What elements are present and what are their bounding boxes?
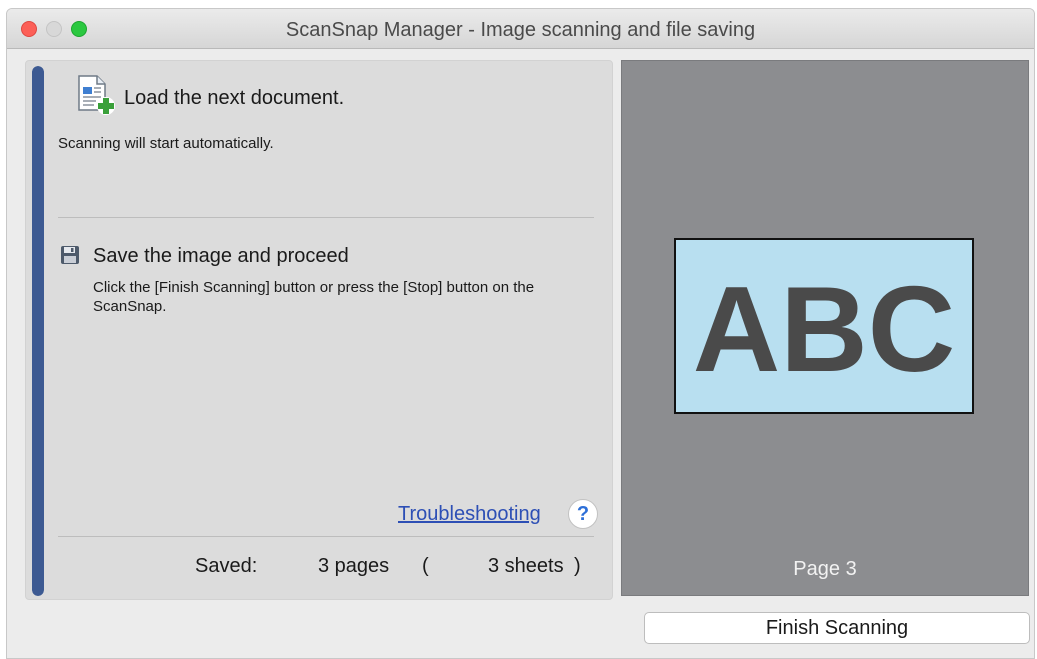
progress-bar-fill bbox=[32, 66, 44, 596]
step2-description: Click the [Finish Scanning] button or pr… bbox=[93, 279, 535, 315]
summary-divider bbox=[58, 536, 594, 537]
section-divider bbox=[58, 217, 594, 218]
title-bar[interactable]: ScanSnap Manager - Image scanning and fi… bbox=[7, 9, 1034, 49]
scan-preview-panel: ABC Page 3 bbox=[621, 60, 1029, 596]
scanned-page-thumbnail[interactable]: ABC bbox=[674, 238, 974, 414]
troubleshooting-link[interactable]: Troubleshooting bbox=[398, 503, 541, 526]
scansnap-window: ScanSnap Manager - Image scanning and fi… bbox=[6, 8, 1035, 659]
saved-label: Saved: bbox=[195, 555, 258, 577]
floppy-disk-icon bbox=[61, 246, 79, 264]
page-number-label: Page 3 bbox=[793, 558, 857, 580]
progress-bar bbox=[32, 66, 44, 596]
paren-close: ) bbox=[574, 555, 581, 577]
thumbnail-text: ABC bbox=[693, 261, 956, 397]
step2-title: Save the image and proceed bbox=[93, 245, 349, 267]
step1-title: Load the next document. bbox=[124, 87, 345, 109]
finish-scanning-button[interactable]: Finish Scanning bbox=[644, 612, 1030, 644]
instructions-panel: Load the next document. Scanning will st… bbox=[25, 60, 613, 600]
document-add-icon bbox=[78, 75, 115, 115]
step1-description: Scanning will start automatically. bbox=[58, 135, 274, 152]
question-mark-icon[interactable]: ? bbox=[568, 499, 598, 529]
saved-sheets-count: 3 sheets bbox=[488, 555, 564, 577]
saved-pages-count: 3 pages bbox=[318, 555, 390, 577]
window-title: ScanSnap Manager - Image scanning and fi… bbox=[285, 19, 756, 41]
paren-open: ( bbox=[422, 555, 429, 577]
